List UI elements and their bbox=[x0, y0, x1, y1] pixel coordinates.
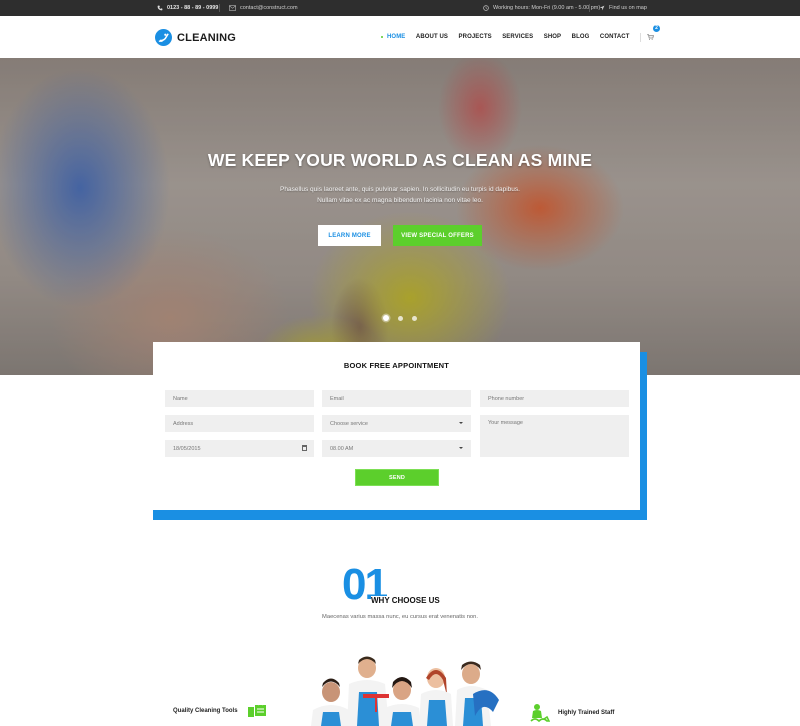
slider-pagination bbox=[383, 315, 417, 321]
nav-about-us-label: ABOUT US bbox=[415, 34, 449, 40]
team-member bbox=[455, 661, 499, 726]
hero-subtitle: Phasellus quis laoreet ante, quis pulvin… bbox=[0, 184, 800, 206]
name-placeholder: Name bbox=[173, 395, 188, 402]
nav-contact[interactable]: CONTACT bbox=[600, 34, 630, 40]
team-member bbox=[311, 678, 351, 726]
cart-icon bbox=[647, 34, 655, 40]
phone-number: 0123 - 88 - 89 - 0999 bbox=[167, 5, 219, 11]
time-select[interactable]: 08.00 AM bbox=[322, 440, 471, 457]
feature-quality-cleaning-tools: Quality Cleaning Tools bbox=[173, 703, 268, 718]
service-select[interactable]: Choose service bbox=[322, 415, 471, 432]
nav-services-label: SERVICES bbox=[502, 34, 534, 40]
divider bbox=[219, 4, 220, 12]
envelope-icon bbox=[229, 5, 236, 12]
phone-field[interactable]: Phone number bbox=[480, 390, 629, 407]
team-member bbox=[383, 677, 421, 726]
feature-label: Quality Cleaning Tools bbox=[173, 707, 238, 714]
caret-down-icon bbox=[459, 447, 463, 449]
team-member bbox=[347, 656, 389, 726]
cleaning-team-image bbox=[311, 656, 499, 726]
find-on-map-text: Find us on map bbox=[609, 5, 647, 11]
section-title: WHY CHOOSE US bbox=[371, 596, 442, 605]
nav-contact-label: CONTACT bbox=[599, 34, 630, 40]
calendar-icon[interactable] bbox=[302, 445, 307, 451]
trained-staff-icon bbox=[530, 704, 550, 723]
caret-down-icon bbox=[459, 422, 463, 424]
nav-services[interactable]: SERVICES bbox=[502, 34, 533, 40]
slide-dot-1[interactable] bbox=[383, 315, 389, 321]
nav-home-label: HOME bbox=[387, 34, 406, 40]
hero-subtitle-line-1: Phasellus quis laoreet ante, quis pulvin… bbox=[280, 186, 520, 193]
phone-contact[interactable]: 0123 - 88 - 89 - 0999 bbox=[156, 0, 218, 16]
cart-button[interactable]: 2 bbox=[646, 25, 660, 42]
message-textarea[interactable]: Your message bbox=[480, 415, 629, 457]
date-value: 18/05/2015 bbox=[173, 445, 201, 452]
hero-subtitle-line-2: Nullam vitae ex ac magna bibendum lacini… bbox=[317, 197, 483, 204]
address-field[interactable]: Address bbox=[165, 415, 314, 432]
phone-placeholder: Phone number bbox=[488, 395, 525, 402]
hero-slider: WE KEEP YOUR WORLD AS CLEAN AS MINE Phas… bbox=[0, 58, 800, 375]
nav-shop[interactable]: SHOP bbox=[544, 34, 561, 40]
email-placeholder: Email bbox=[330, 395, 344, 402]
view-special-offers-button[interactable]: VIEW SPECIAL OFFERS bbox=[393, 225, 482, 246]
nav-blog[interactable]: BLOG bbox=[572, 34, 590, 40]
slide-dot-2[interactable] bbox=[398, 315, 403, 321]
nav-about-us[interactable]: ABOUT US bbox=[416, 34, 448, 40]
slide-dot-3[interactable] bbox=[412, 315, 417, 321]
cart-count-badge: 2 bbox=[652, 25, 660, 32]
message-placeholder: Your message bbox=[488, 420, 523, 426]
section-subtitle: Maecenas varius massa nunc, eu cursus er… bbox=[322, 614, 478, 620]
name-field[interactable]: Name bbox=[165, 390, 314, 407]
email-address: contact@construct.com bbox=[240, 5, 298, 11]
logo[interactable]: CLEANING bbox=[155, 29, 236, 46]
location-arrow-icon bbox=[598, 5, 605, 12]
clock-icon bbox=[482, 5, 489, 12]
working-hours: Working hours: Mon-Fri (9.00 am - 5.00 p… bbox=[482, 0, 600, 16]
nav-projects-label: PROJECTS bbox=[458, 34, 492, 40]
email-field[interactable]: Email bbox=[322, 390, 471, 407]
site-header: CLEANING HOME ABOUT US PROJECTS SERVICES… bbox=[0, 16, 800, 58]
nav-projects[interactable]: PROJECTS bbox=[459, 34, 492, 40]
team-member bbox=[419, 668, 453, 726]
phone-icon bbox=[156, 5, 163, 12]
date-picker[interactable]: 18/05/2015 bbox=[165, 440, 314, 457]
active-dot-icon bbox=[381, 36, 383, 38]
main-nav: HOME ABOUT US PROJECTS SERVICES SHOP BLO… bbox=[381, 16, 660, 58]
nav-shop-label: SHOP bbox=[543, 34, 562, 40]
feature-highly-trained-staff: Highly Trained Staff bbox=[530, 703, 614, 723]
send-button[interactable]: SEND bbox=[355, 469, 439, 486]
service-selected-value: Choose service bbox=[330, 420, 368, 427]
hero-title: WE KEEP YOUR WORLD AS CLEAN AS MINE bbox=[207, 150, 593, 170]
feature-label: Highly Trained Staff bbox=[558, 710, 615, 716]
email-contact[interactable]: contact@construct.com bbox=[229, 0, 298, 16]
nav-divider bbox=[639, 32, 641, 42]
address-placeholder: Address bbox=[173, 420, 194, 427]
nav-home[interactable]: HOME bbox=[381, 34, 405, 40]
divider bbox=[589, 4, 590, 12]
find-on-map-link[interactable]: Find us on map bbox=[598, 0, 647, 16]
top-info-bar: 0123 - 88 - 89 - 0999 contact@construct.… bbox=[0, 0, 800, 16]
learn-more-button[interactable]: LEARN MORE bbox=[318, 225, 381, 246]
working-hours-text: Working hours: Mon-Fri (9.00 am - 5.00 p… bbox=[493, 5, 601, 11]
cleaning-tools-icon bbox=[247, 703, 266, 717]
time-selected-value: 08.00 AM bbox=[330, 445, 354, 452]
cleaning-logo-icon bbox=[155, 29, 172, 46]
nav-blog-label: BLOG bbox=[571, 34, 590, 40]
logo-text: CLEANING bbox=[177, 31, 237, 44]
